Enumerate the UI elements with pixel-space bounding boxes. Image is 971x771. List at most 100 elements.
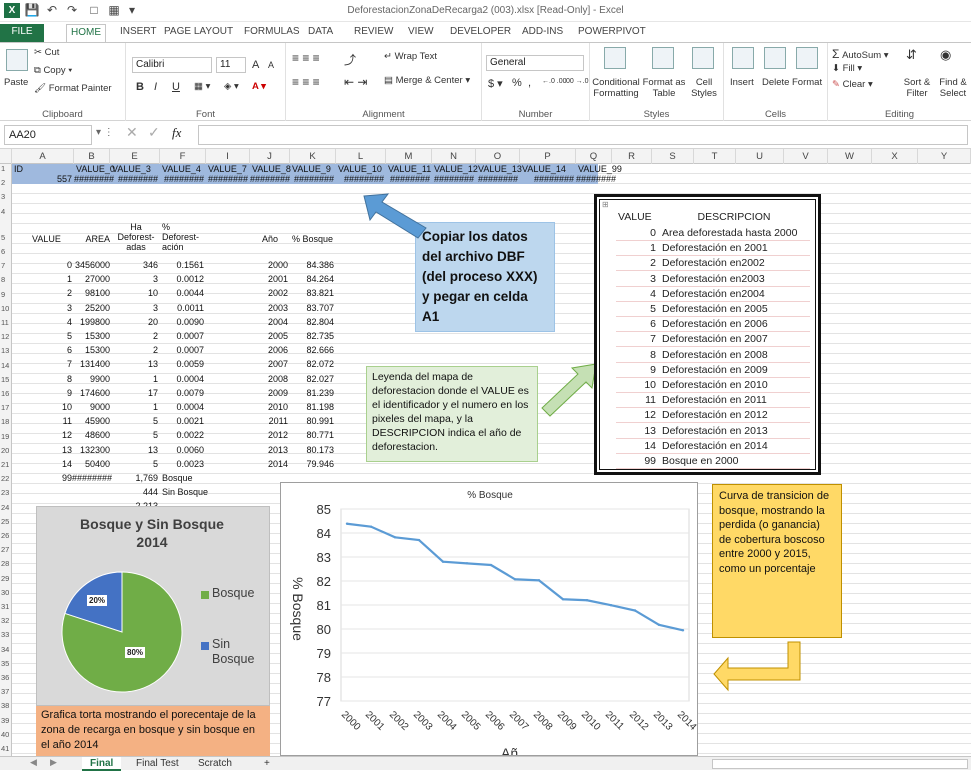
next-sheet-icon[interactable]: ▶ <box>50 757 57 768</box>
column-header[interactable]: I <box>206 149 250 164</box>
pct-cell[interactable]: 0.0007 <box>162 345 204 355</box>
formula-input[interactable] <box>198 125 968 145</box>
pct-cell[interactable]: 0.0090 <box>162 317 204 327</box>
move-handle-icon[interactable]: ⊞ <box>602 200 609 209</box>
fx-icon[interactable]: fx <box>172 125 181 141</box>
add-sheet-button[interactable]: + <box>256 757 278 771</box>
ha-cell[interactable]: 2 <box>112 345 158 355</box>
value-cell[interactable]: 7 <box>42 359 72 369</box>
column-header[interactable]: W <box>828 149 872 164</box>
shrink-font-button[interactable]: A <box>268 60 274 70</box>
ha-cell[interactable]: 5 <box>112 416 158 426</box>
row-header[interactable]: 17 <box>0 403 12 413</box>
header-cell[interactable]: VALUE_0 <box>76 164 115 174</box>
tab-page-layout[interactable]: PAGE LAYOUT <box>160 24 237 42</box>
sort-filter-icon[interactable]: ⇵ <box>906 47 917 63</box>
row-header[interactable]: 6 <box>0 247 12 257</box>
row-header[interactable]: 29 <box>0 574 12 584</box>
area-cell[interactable]: 25200 <box>72 303 110 313</box>
select-all-corner[interactable] <box>0 149 12 164</box>
value-cell[interactable]: 0 <box>42 260 72 270</box>
bosque-cell[interactable]: 79.946 <box>290 459 334 469</box>
row-header[interactable]: 16 <box>0 389 12 399</box>
data-cell[interactable]: 557 <box>12 174 72 184</box>
ha-cell[interactable]: 346 <box>112 260 158 270</box>
area-cell[interactable]: 199800 <box>72 317 110 327</box>
area-cell[interactable]: ######## <box>72 473 112 483</box>
value-cell[interactable]: 3 <box>42 303 72 313</box>
data-cell[interactable]: ######## <box>206 174 248 184</box>
cell-styles-button[interactable]: Cell Styles <box>688 77 720 99</box>
area-cell[interactable]: 27000 <box>72 274 110 284</box>
row-header[interactable]: 28 <box>0 559 12 569</box>
line-chart[interactable]: % Bosque % Bosque 77 78 79 80 81 82 83 84 85 2000… <box>280 482 698 756</box>
row-header[interactable]: 32 <box>0 616 12 626</box>
header-cell[interactable]: VALUE_10 <box>338 164 386 174</box>
area-cell[interactable]: 15300 <box>72 331 110 341</box>
table-header-cell[interactable]: AREA <box>74 234 110 244</box>
data-cell[interactable]: ######## <box>386 174 430 184</box>
row-header[interactable]: 4 <box>0 207 12 217</box>
bosque-cell[interactable]: 80.173 <box>290 445 334 455</box>
pct-cell[interactable]: 0.0004 <box>162 374 204 384</box>
percent-button[interactable]: % <box>512 77 522 89</box>
tab-data[interactable]: DATA <box>304 24 337 42</box>
year-cell[interactable]: 2013 <box>250 445 288 455</box>
area-cell[interactable]: 15300 <box>72 345 110 355</box>
value-cell[interactable]: 12 <box>42 430 72 440</box>
bosque-cell[interactable]: 81.239 <box>290 388 334 398</box>
tab-view[interactable]: VIEW <box>404 24 438 42</box>
row-header[interactable]: 23 <box>0 488 12 498</box>
tab-review[interactable]: REVIEW <box>350 24 397 42</box>
column-header[interactable]: X <box>872 149 918 164</box>
bosque-cell[interactable]: 82.804 <box>290 317 334 327</box>
horizontal-scrollbar[interactable] <box>712 759 968 769</box>
row-header[interactable]: 19 <box>0 432 12 442</box>
column-header[interactable]: M <box>386 149 432 164</box>
sheet-tab-final[interactable]: Final <box>82 757 122 771</box>
format-table-icon[interactable] <box>652 47 674 69</box>
header-cell[interactable]: VALUE_9 <box>292 164 336 174</box>
pct-cell[interactable]: 0.0079 <box>162 388 204 398</box>
column-header[interactable]: K <box>290 149 336 164</box>
pie-note[interactable]: Grafica torta mostrando el porecentaje d… <box>36 706 270 756</box>
prev-sheet-icon[interactable]: ◀ <box>30 757 37 768</box>
value-cell[interactable]: 13 <box>42 445 72 455</box>
bosque-cell[interactable]: 80.991 <box>290 416 334 426</box>
row-header[interactable]: 26 <box>0 531 12 541</box>
row-header[interactable]: 5 <box>0 233 12 243</box>
data-cell[interactable]: ######## <box>74 174 114 184</box>
paste-icon[interactable] <box>6 49 28 71</box>
year-cell[interactable]: 2001 <box>250 274 288 284</box>
table-header-cell[interactable]: Ha Deforest-adas <box>114 222 158 252</box>
row-header[interactable]: 9 <box>0 290 12 300</box>
underline-button[interactable]: U <box>172 81 180 93</box>
ha-cell[interactable]: 17 <box>112 388 158 398</box>
area-cell[interactable]: 174600 <box>72 388 110 398</box>
clear-button[interactable]: ✎ Clear ▾ <box>832 79 873 90</box>
delete-cells-icon[interactable] <box>764 47 786 69</box>
format-button[interactable]: Format <box>792 77 822 88</box>
font-name-select[interactable]: Calibri <box>132 57 212 73</box>
column-header[interactable]: L <box>336 149 386 164</box>
value-cell[interactable]: 4 <box>42 317 72 327</box>
row-header[interactable]: 31 <box>0 602 12 612</box>
pct-cell[interactable]: 0.0023 <box>162 459 204 469</box>
value-cell[interactable]: 1 <box>42 274 72 284</box>
value-cell[interactable]: 14 <box>42 459 72 469</box>
header-cell[interactable]: VALUE_99 <box>578 164 622 174</box>
row-header[interactable]: 7 <box>0 261 12 271</box>
bosque-cell[interactable]: 80.771 <box>290 430 334 440</box>
row-header[interactable]: 34 <box>0 645 12 655</box>
row-header[interactable]: 13 <box>0 346 12 356</box>
value-cell[interactable]: 6 <box>42 345 72 355</box>
font-size-select[interactable]: 11 <box>216 57 246 73</box>
ha-cell[interactable]: 5 <box>112 430 158 440</box>
name-box[interactable]: AA20 <box>4 125 92 145</box>
row-header[interactable]: 11 <box>0 318 12 328</box>
row-header[interactable]: 18 <box>0 417 12 427</box>
row-header[interactable]: 2 <box>0 178 12 188</box>
row-header[interactable]: 33 <box>0 630 12 640</box>
tab-insert[interactable]: INSERT <box>116 24 161 42</box>
name-box-dropdown-icon[interactable]: ▾ ⋮ <box>96 127 114 138</box>
